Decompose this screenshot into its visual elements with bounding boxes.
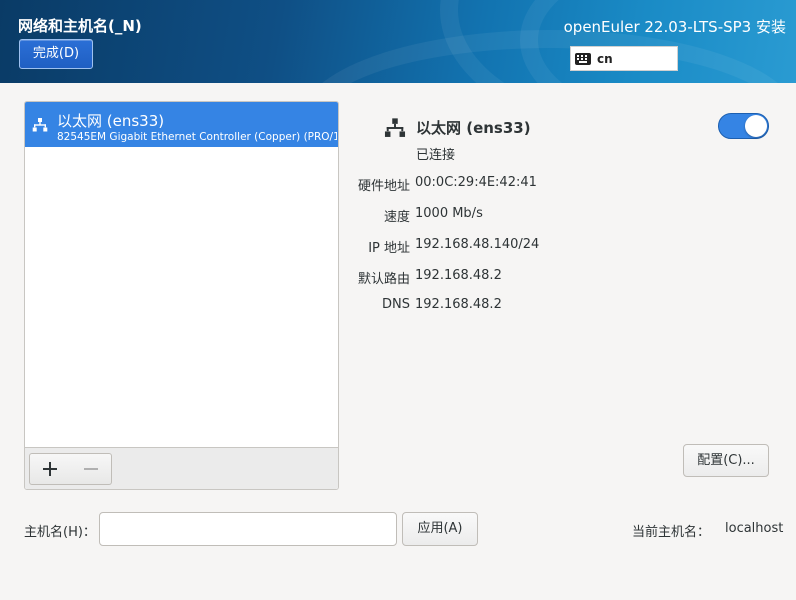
keyboard-layout-indicator[interactable]: cn <box>570 46 678 71</box>
speed-value: 1000 Mb/s <box>415 206 483 221</box>
dns-value: 192.168.48.2 <box>415 297 502 312</box>
device-enable-toggle[interactable] <box>718 113 769 139</box>
current-hostname-value: localhost <box>725 521 784 536</box>
keyboard-icon <box>575 52 591 65</box>
hardware-address-value: 00:0C:29:4E:42:41 <box>415 175 537 190</box>
ip-address-label: IP 地址 <box>368 241 410 256</box>
device-list: 以太网 (ens33) 82545EM Gigabit Ethernet Con… <box>24 101 339 490</box>
plus-icon <box>43 462 57 476</box>
current-hostname-label: 当前主机名： <box>632 525 711 540</box>
header-bar: 网络和主机名(_N) 完成(D) openEuler 22.03-LTS-SP3… <box>0 0 796 83</box>
device-list-toolbar <box>25 447 338 489</box>
toggle-knob <box>745 115 767 137</box>
done-button[interactable]: 完成(D) <box>19 39 93 69</box>
keyboard-layout-label: cn <box>597 51 613 66</box>
remove-device-button[interactable] <box>70 453 112 485</box>
speed-label: 速度 <box>383 210 410 225</box>
device-name: 以太网 (ens33) <box>57 112 165 130</box>
hostname-label: 主机名(H)： <box>24 525 96 540</box>
connection-status: 已连接 <box>416 148 456 163</box>
default-route-value: 192.168.48.2 <box>415 268 502 283</box>
default-route-label: 默认路由 <box>357 272 410 287</box>
device-description: 82545EM Gigabit Ethernet Controller (Cop… <box>57 131 337 143</box>
ip-address-value: 192.168.48.140/24 <box>415 237 540 252</box>
hostname-input[interactable] <box>99 512 397 546</box>
page-title: 网络和主机名(_N) <box>18 17 142 35</box>
device-item-ens33[interactable]: 以太网 (ens33) 82545EM Gigabit Ethernet Con… <box>25 102 338 147</box>
configure-button[interactable]: 配置(C)... <box>683 444 769 477</box>
apply-hostname-button[interactable]: 应用(A) <box>402 512 478 546</box>
network-wired-icon <box>383 117 407 143</box>
minus-icon <box>83 468 98 470</box>
product-title: openEuler 22.03-LTS-SP3 安装 <box>563 18 786 36</box>
device-detail-name: 以太网 (ens33) <box>416 119 531 137</box>
add-device-button[interactable] <box>29 453 71 485</box>
hardware-address-label: 硬件地址 <box>357 179 410 194</box>
dns-label: DNS <box>382 297 410 312</box>
network-wired-icon <box>32 117 48 137</box>
